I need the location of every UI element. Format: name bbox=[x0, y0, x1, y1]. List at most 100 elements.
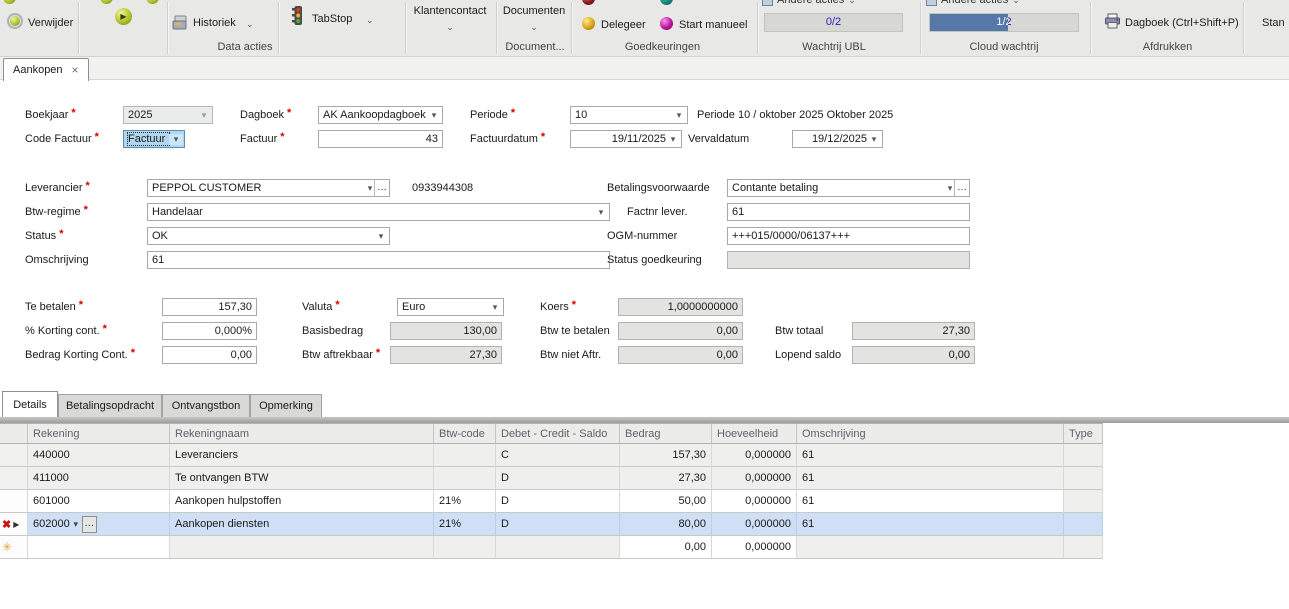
cell-type[interactable] bbox=[1064, 467, 1103, 490]
cell-btw-code[interactable] bbox=[434, 444, 496, 467]
cell-rekening[interactable] bbox=[28, 536, 170, 559]
cell-btw-code[interactable]: 21% bbox=[434, 513, 496, 536]
tab-details[interactable]: Details bbox=[2, 391, 58, 417]
valuta-select[interactable]: Euro▾ bbox=[397, 298, 504, 316]
clipped-toolbar-icon[interactable] bbox=[100, 0, 113, 4]
factuur-input[interactable]: 43 bbox=[318, 130, 443, 148]
cell-omschrijving[interactable]: 61 bbox=[797, 467, 1064, 490]
tabstop-button[interactable]: TabStop bbox=[312, 13, 352, 25]
andere-acties-button[interactable]: Andere acties ⌄ bbox=[926, 0, 1020, 6]
chevron-down-icon[interactable]: ▾ bbox=[70, 519, 82, 530]
cell-hoeveelheid[interactable]: 0,000000 bbox=[712, 536, 797, 559]
cell-hoeveelheid[interactable]: 0,000000 bbox=[712, 467, 797, 490]
korting-bedrag-input[interactable]: 0,00 bbox=[162, 346, 257, 364]
cell-dcs[interactable]: D bbox=[496, 467, 620, 490]
standaard-button-clipped[interactable]: Stan bbox=[1262, 17, 1285, 29]
cell-bedrag[interactable]: 80,00 bbox=[620, 513, 712, 536]
vervaldatum-picker[interactable]: 19/12/2025▾ bbox=[792, 130, 883, 148]
cell-type[interactable] bbox=[1064, 490, 1103, 513]
chevron-down-icon[interactable]: ▾ bbox=[374, 231, 388, 242]
code-factuur-select[interactable]: Factuur▾ bbox=[123, 130, 185, 148]
chevron-down-icon[interactable]: ▾ bbox=[666, 134, 680, 145]
delegeer-button[interactable]: Delegeer bbox=[601, 19, 646, 31]
chevron-down-icon[interactable]: ⌄ bbox=[366, 15, 374, 26]
te-betalen-input[interactable]: 157,30 bbox=[162, 298, 257, 316]
close-icon[interactable]: × bbox=[72, 65, 79, 75]
clipped-toolbar-icon[interactable] bbox=[146, 0, 159, 4]
cell-rekeningnaam[interactable]: Aankopen hulpstoffen bbox=[170, 490, 434, 513]
grid-header-rekeningnaam[interactable]: Rekeningnaam bbox=[170, 423, 434, 444]
cell-btw-code[interactable]: 21% bbox=[434, 490, 496, 513]
dagboek-select[interactable]: AK Aankoopdagboek▾ bbox=[318, 106, 443, 124]
cell-rekeningnaam[interactable]: Aankopen diensten bbox=[170, 513, 434, 536]
cell-dcs[interactable] bbox=[496, 536, 620, 559]
chevron-down-icon[interactable]: ▾ bbox=[197, 110, 211, 121]
clipped-approve-icon[interactable] bbox=[660, 0, 673, 5]
cell-omschrijving[interactable]: 61 bbox=[797, 490, 1064, 513]
dagboek-print-button[interactable]: Dagboek (Ctrl+Shift+P) bbox=[1125, 17, 1239, 29]
periode-select[interactable]: 10▾ bbox=[570, 106, 688, 124]
rekening-editor[interactable]: 602000 ▾ … bbox=[28, 513, 170, 536]
lookup-button[interactable]: … bbox=[374, 180, 389, 196]
grid-header-hoeveelheid[interactable]: Hoeveelheid bbox=[712, 423, 797, 444]
factnr-lever-input[interactable]: 61 bbox=[727, 203, 970, 221]
historiek-button[interactable]: Historiek bbox=[193, 17, 236, 29]
status-select[interactable]: OK▾ bbox=[147, 227, 390, 245]
grid-header-type[interactable]: Type bbox=[1064, 423, 1103, 444]
chevron-down-icon[interactable]: ▾ bbox=[169, 134, 183, 145]
cell-omschrijving[interactable]: 61 bbox=[797, 513, 1064, 536]
chevron-down-icon[interactable]: ▾ bbox=[672, 110, 686, 121]
lookup-button[interactable]: … bbox=[82, 516, 97, 533]
grid-header-btw-code[interactable]: Btw-code bbox=[434, 423, 496, 444]
cell-rekening[interactable]: 601000 bbox=[28, 490, 170, 513]
betalingsvoorwaarde-select[interactable]: Contante betaling▾… bbox=[727, 179, 970, 197]
korting-pct-input[interactable]: 0,000% bbox=[162, 322, 257, 340]
cell-hoeveelheid[interactable]: 0,000000 bbox=[712, 513, 797, 536]
cell-dcs[interactable]: C bbox=[496, 444, 620, 467]
cell-rekening[interactable]: 440000 bbox=[28, 444, 170, 467]
start-manueel-button[interactable]: Start manueel bbox=[679, 19, 747, 31]
leverancier-select[interactable]: PEPPOL CUSTOMER▾… bbox=[147, 179, 390, 197]
chevron-down-icon[interactable]: ⌄ bbox=[246, 19, 254, 30]
chevron-down-icon[interactable]: ▾ bbox=[867, 134, 881, 145]
andere-acties-button[interactable]: Andere acties ⌄ bbox=[762, 0, 856, 6]
delete-row-icon[interactable]: ✖ bbox=[2, 518, 11, 531]
grid-header-debet-credit-saldo[interactable]: Debet - Credit - Saldo bbox=[496, 423, 620, 444]
cell-omschrijving[interactable]: 61 bbox=[797, 444, 1064, 467]
cell-btw-code[interactable] bbox=[434, 467, 496, 490]
boekjaar-select[interactable]: 2025▾ bbox=[123, 106, 213, 124]
cell-rekeningnaam[interactable] bbox=[170, 536, 434, 559]
chevron-down-icon[interactable]: ▾ bbox=[594, 207, 608, 218]
cell-rekeningnaam[interactable]: Leveranciers bbox=[170, 444, 434, 467]
cell-type[interactable] bbox=[1064, 444, 1103, 467]
ogm-nummer-input[interactable]: +++015/0000/06137+++ bbox=[727, 227, 970, 245]
cell-omschrijving[interactable] bbox=[797, 536, 1064, 559]
cell-type[interactable] bbox=[1064, 536, 1103, 559]
clipped-reject-icon[interactable] bbox=[582, 0, 595, 5]
tab-betalingsopdracht[interactable]: Betalingsopdracht bbox=[58, 394, 162, 417]
cell-hoeveelheid[interactable]: 0,000000 bbox=[712, 444, 797, 467]
cell-type[interactable] bbox=[1064, 513, 1103, 536]
cell-bedrag[interactable]: 27,30 bbox=[620, 467, 712, 490]
factuurdatum-picker[interactable]: 19/11/2025▾ bbox=[570, 130, 682, 148]
cell-hoeveelheid[interactable]: 0,000000 bbox=[712, 490, 797, 513]
documenten-button[interactable]: Documenten ⌄ bbox=[499, 5, 569, 34]
clipped-toolbar-icon[interactable] bbox=[3, 0, 16, 4]
cell-bedrag[interactable]: 50,00 bbox=[620, 490, 712, 513]
grid-header-omschrijving[interactable]: Omschrijving bbox=[797, 423, 1064, 444]
tab-aankopen[interactable]: Aankopen × bbox=[3, 58, 89, 81]
chevron-down-icon[interactable]: ▾ bbox=[427, 110, 441, 121]
klantencontact-button[interactable]: Klantencontact ⌄ bbox=[407, 5, 493, 34]
cell-dcs[interactable]: D bbox=[496, 490, 620, 513]
omschrijving-input[interactable]: 61 bbox=[147, 251, 610, 269]
verwijder-button[interactable]: Verwijder bbox=[28, 17, 73, 29]
chevron-down-icon[interactable]: ▾ bbox=[488, 302, 502, 313]
tab-ontvangstbon[interactable]: Ontvangstbon bbox=[162, 394, 250, 417]
cell-rekeningnaam[interactable]: Te ontvangen BTW bbox=[170, 467, 434, 490]
cell-dcs[interactable]: D bbox=[496, 513, 620, 536]
cell-bedrag[interactable]: 0,00 bbox=[620, 536, 712, 559]
grid-header-rekening[interactable]: Rekening bbox=[28, 423, 170, 444]
play-button[interactable]: ▶ bbox=[115, 8, 132, 25]
tab-opmerking[interactable]: Opmerking bbox=[250, 394, 322, 417]
lookup-button[interactable]: … bbox=[954, 180, 969, 196]
